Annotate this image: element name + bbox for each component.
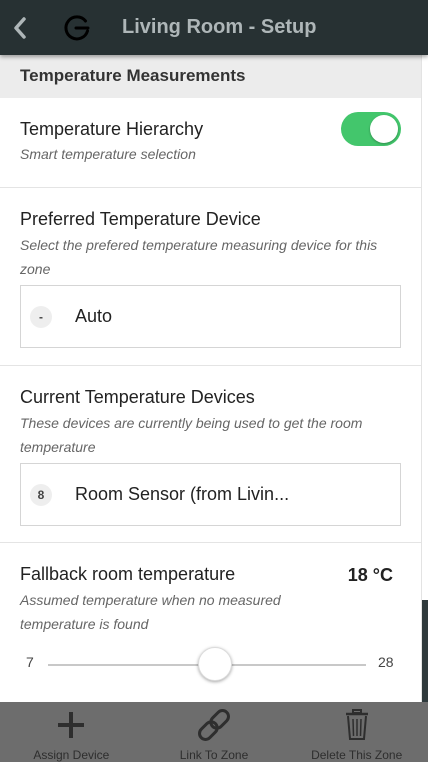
current-value: Room Sensor (from Livin...: [75, 484, 290, 504]
slider-max-label: 28: [378, 654, 394, 670]
delete-zone-label: Delete This Zone: [311, 748, 403, 762]
hierarchy-row: Temperature Hierarchy Smart temperature …: [0, 98, 421, 188]
fallback-slider[interactable]: 7 28: [20, 642, 401, 702]
preferred-device-row: Preferred Temperature Device Select the …: [0, 188, 421, 366]
trash-icon: [345, 709, 368, 740]
settings-content[interactable]: Temperature Measurements Temperature Hie…: [0, 55, 422, 702]
current-device-item[interactable]: 8 Room Sensor (from Livin...: [20, 463, 401, 526]
hierarchy-toggle[interactable]: [341, 112, 401, 146]
current-devices-row: Current Temperature Devices These device…: [0, 366, 421, 543]
delete-zone-button[interactable]: Delete This Zone: [285, 702, 428, 762]
hierarchy-subtitle: Smart temperature selection: [20, 146, 196, 162]
slider-min-label: 7: [26, 654, 34, 670]
app-header: Living Room - Setup: [0, 0, 428, 55]
current-title: Current Temperature Devices: [20, 387, 255, 407]
fallback-value: 18 °C: [347, 565, 393, 585]
preferred-subtitle: Select the prefered temperature measurin…: [20, 237, 378, 277]
assign-device-button[interactable]: Assign Device: [0, 702, 143, 762]
section-header: Temperature Measurements: [0, 55, 421, 98]
current-badge: 8: [30, 484, 52, 506]
preferred-title: Preferred Temperature Device: [20, 209, 261, 229]
link-icon: [198, 709, 230, 741]
preferred-badge: -: [30, 306, 52, 328]
fallback-subtitle: Assumed temperature when no measured tem…: [20, 592, 281, 632]
assign-device-label: Assign Device: [33, 748, 110, 762]
current-subtitle: These devices are currently being used t…: [20, 415, 363, 455]
preferred-value: Auto: [75, 306, 113, 326]
link-to-zone-button[interactable]: Link To Zone: [143, 702, 286, 762]
app-logo-icon: [60, 11, 94, 45]
back-button[interactable]: [0, 0, 40, 55]
preferred-device-select[interactable]: - Auto: [20, 285, 401, 348]
fallback-title: Fallback room temperature: [20, 564, 236, 584]
slider-thumb[interactable]: [197, 647, 232, 681]
link-to-zone-label: Link To Zone: [179, 748, 249, 762]
toggle-knob: [370, 115, 398, 143]
plus-icon: [58, 712, 85, 738]
fallback-row: Fallback room temperature 18 °C Assumed …: [0, 543, 421, 702]
page-title: Living Room - Setup: [122, 16, 317, 38]
bottom-toolbar: Assign Device Link To Zone Delete This Z…: [0, 702, 428, 762]
scrollbar[interactable]: [422, 600, 428, 702]
chevron-left-icon: [14, 16, 26, 39]
